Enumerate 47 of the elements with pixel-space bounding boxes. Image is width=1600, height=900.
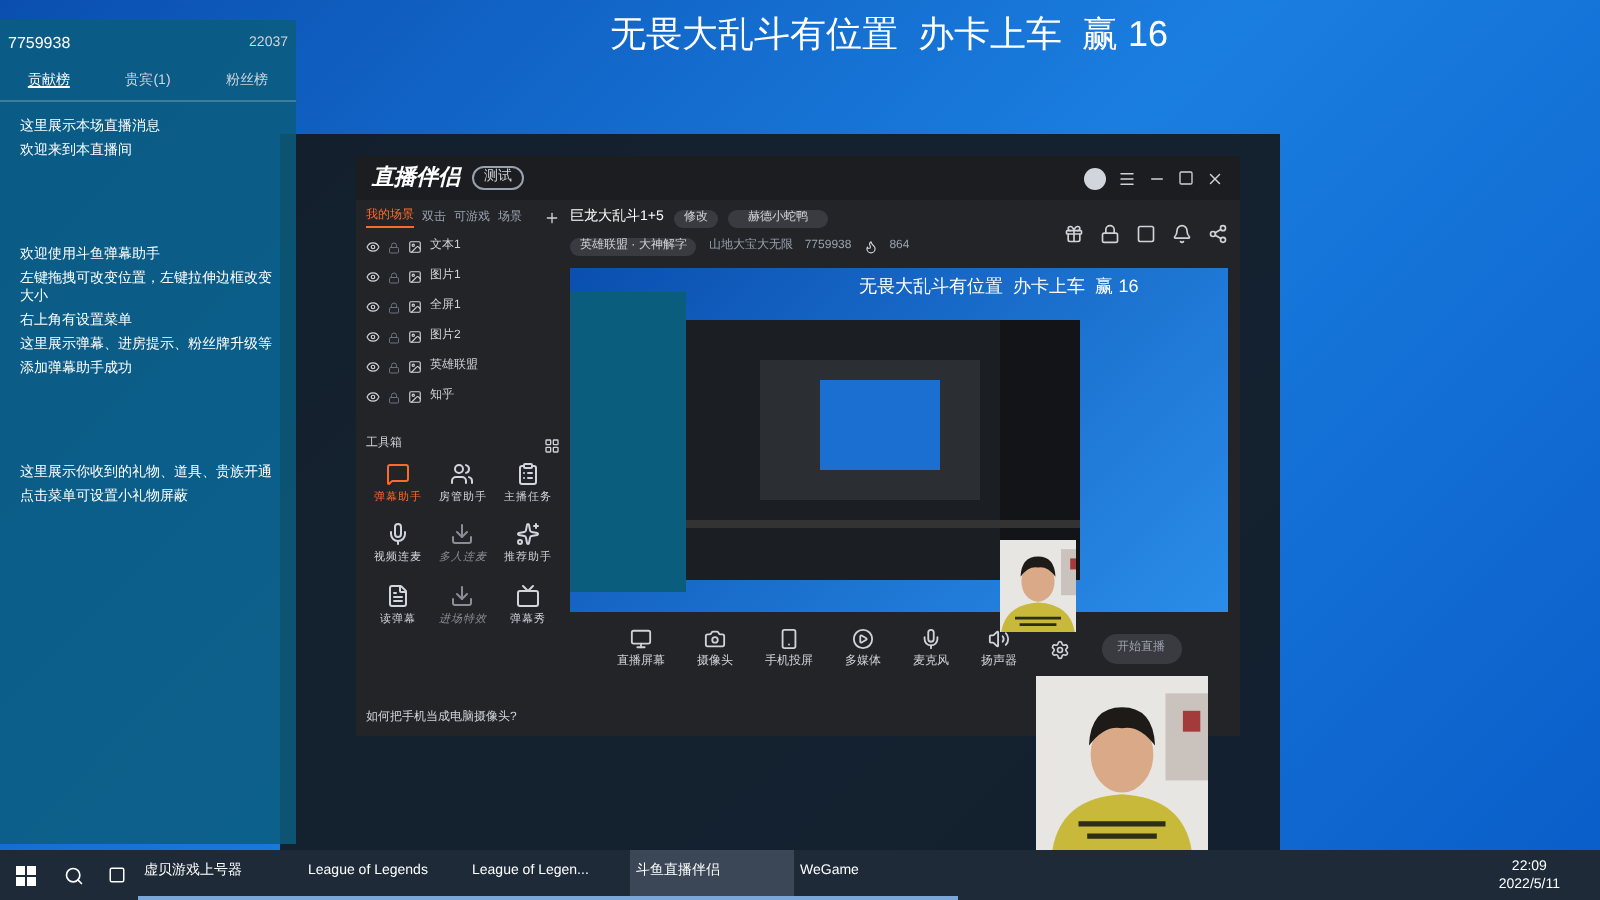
eye-icon[interactable] [366, 270, 380, 284]
grid-icon[interactable] [544, 437, 560, 453]
lock-icon[interactable] [1100, 224, 1120, 244]
menu-icon[interactable] [1118, 169, 1136, 187]
settings-icon[interactable] [1049, 639, 1069, 659]
eye-icon[interactable] [366, 330, 380, 344]
chat-icon [386, 462, 411, 486]
image-icon [408, 330, 422, 344]
image-icon [408, 360, 422, 374]
maximize-icon[interactable] [1178, 170, 1194, 186]
download-icon [450, 522, 475, 547]
windows-icon[interactable] [16, 865, 36, 885]
close-icon[interactable] [1206, 169, 1224, 187]
mic-icon [386, 522, 411, 547]
eye-icon[interactable] [366, 240, 380, 254]
clipboard-icon [515, 462, 540, 486]
tv-icon [515, 583, 540, 607]
search-icon[interactable] [64, 865, 84, 885]
image-icon [408, 270, 422, 284]
avatar[interactable] [1084, 167, 1106, 189]
play-icon [852, 627, 874, 649]
app-logo: 直播伴侣 [372, 163, 460, 194]
task-view-icon[interactable] [108, 866, 126, 884]
image-icon [408, 240, 422, 254]
download-icon [450, 583, 475, 607]
eye-icon[interactable] [366, 300, 380, 314]
image-icon [408, 390, 422, 404]
speaker-icon [988, 627, 1010, 649]
add-icon[interactable] [544, 210, 560, 226]
box-icon[interactable] [1136, 224, 1156, 244]
flame-icon [863, 239, 878, 253]
room-id: 7759938 [8, 32, 71, 56]
sparkle-icon [515, 522, 540, 547]
document-icon [386, 583, 411, 607]
mic-icon [920, 627, 942, 649]
eye-icon[interactable] [366, 360, 380, 374]
bell-icon[interactable] [1172, 224, 1192, 244]
stream-title: 无畏大乱斗有位置 办卡上车 赢 16 [610, 12, 1169, 58]
image-icon [408, 300, 422, 314]
phone-icon [778, 627, 800, 649]
preview-title: 无畏大乱斗有位置 办卡上车 赢 16 [859, 273, 1139, 299]
users-icon [450, 462, 475, 486]
share-icon[interactable] [1208, 224, 1228, 244]
camera-icon [704, 627, 726, 649]
eye-icon[interactable] [366, 390, 380, 404]
monitor-icon [630, 627, 652, 649]
gift-icon[interactable] [1064, 224, 1084, 244]
